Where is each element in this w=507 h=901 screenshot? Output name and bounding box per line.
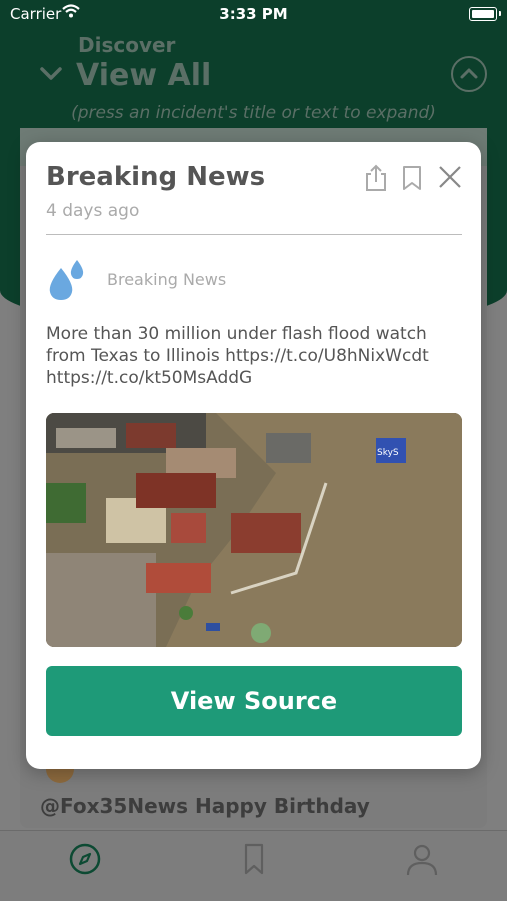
battery-tip bbox=[499, 11, 501, 16]
section-label: Discover bbox=[78, 33, 176, 57]
page-title[interactable]: View All bbox=[76, 58, 211, 93]
water-drop-icon bbox=[49, 260, 84, 300]
hint-text: (press an incident's title or text to ex… bbox=[71, 103, 436, 123]
chevron-down-icon[interactable] bbox=[39, 66, 63, 82]
share-icon[interactable] bbox=[363, 164, 389, 192]
clock: 3:33 PM bbox=[219, 5, 288, 23]
collapse-button[interactable] bbox=[451, 56, 487, 92]
watermark: SkyS bbox=[377, 448, 399, 458]
tweet-preview[interactable]: @Fox35News Happy Birthday bbox=[40, 794, 370, 818]
status-bar: Carrier 3:33 PM bbox=[0, 0, 507, 30]
modal-title: Breaking News bbox=[46, 162, 266, 192]
news-modal: Breaking News 4 days ago Breaking News M… bbox=[26, 142, 481, 769]
bookmark-icon[interactable] bbox=[401, 164, 423, 192]
tab-bar bbox=[0, 830, 507, 901]
battery-icon bbox=[469, 7, 497, 21]
compass-icon[interactable] bbox=[67, 841, 103, 877]
chevron-up-icon bbox=[460, 68, 478, 79]
timestamp: 4 days ago bbox=[46, 201, 140, 221]
view-source-button[interactable]: View Source bbox=[46, 666, 462, 736]
news-image: SkyS bbox=[46, 413, 462, 647]
news-body: More than 30 million under flash flood w… bbox=[46, 324, 429, 388]
flood-aerial-image: SkyS bbox=[46, 413, 462, 647]
close-icon[interactable] bbox=[437, 164, 463, 190]
source-label: Breaking News bbox=[107, 270, 227, 289]
divider bbox=[46, 234, 462, 235]
bookmark-icon[interactable] bbox=[236, 841, 272, 877]
profile-icon[interactable] bbox=[404, 841, 440, 877]
